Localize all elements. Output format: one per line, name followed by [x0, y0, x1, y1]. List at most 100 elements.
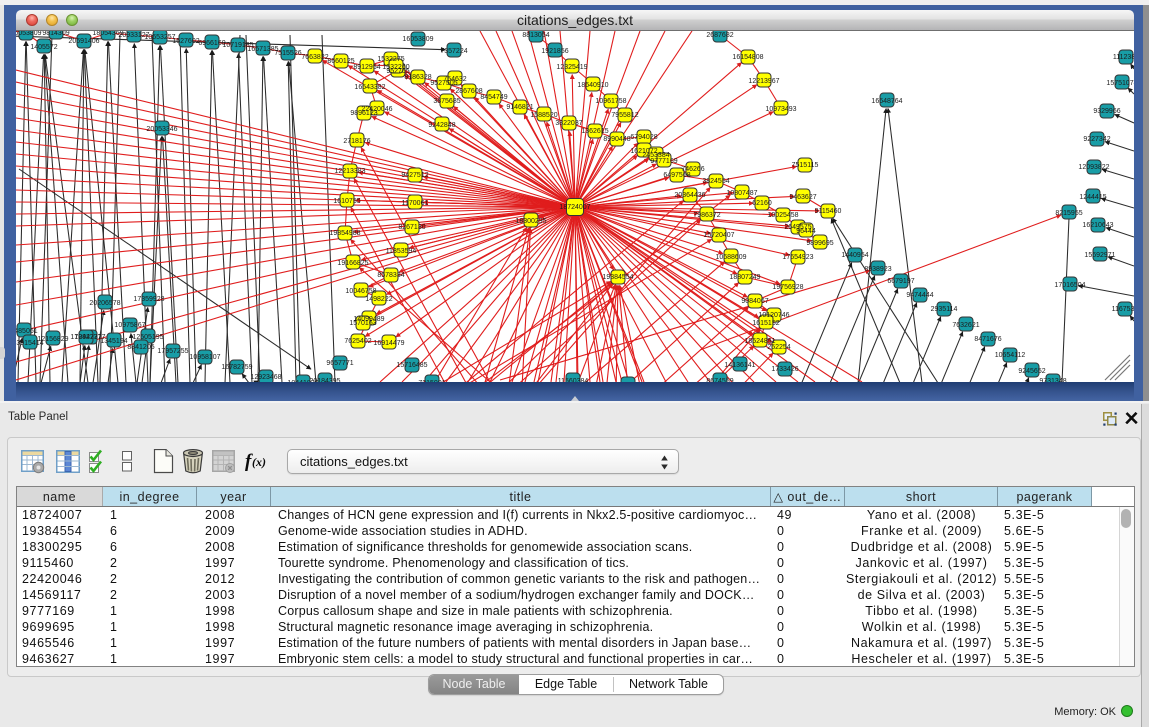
svg-text:6679197: 6679197: [887, 278, 914, 285]
svg-text:9242848: 9242848: [428, 122, 455, 129]
svg-text:1498222: 1498222: [365, 296, 392, 303]
svg-text:15692971: 15692971: [1084, 252, 1115, 259]
svg-text:10046758: 10046758: [345, 288, 376, 295]
svg-text:10653257: 10653257: [144, 34, 175, 41]
svg-text:18724007: 18724007: [559, 204, 590, 211]
svg-text:17957255: 17957255: [157, 348, 188, 355]
svg-text:9657771: 9657771: [326, 360, 353, 367]
svg-text:7632621: 7632621: [952, 322, 979, 329]
svg-text:11560384: 11560384: [558, 378, 589, 382]
svg-text:7357224: 7357224: [440, 48, 467, 55]
svg-text:8990448: 8990448: [603, 136, 630, 143]
svg-text:8841205: 8841205: [127, 344, 154, 351]
svg-text:15720407: 15720407: [703, 232, 734, 239]
svg-text:10958107: 10958107: [189, 354, 220, 361]
svg-text:16053809: 16053809: [402, 36, 433, 43]
svg-text:6794028: 6794028: [630, 134, 657, 141]
svg-text:1570163: 1570163: [349, 320, 376, 327]
svg-text:7986372: 7986372: [693, 212, 720, 219]
svg-text:16648764: 16648764: [871, 98, 902, 105]
svg-text:3824554: 3824554: [702, 178, 729, 185]
svg-text:14136141: 14136141: [724, 362, 755, 369]
svg-text:1532260: 1532260: [382, 64, 409, 71]
svg-text:10654112: 10654112: [995, 352, 1026, 359]
svg-text:8454749: 8454749: [480, 94, 507, 101]
svg-text:746266: 746266: [681, 166, 704, 173]
svg-text:15751074: 15751074: [1106, 80, 1134, 87]
svg-text:2687682: 2687682: [706, 32, 733, 39]
svg-text:3875685: 3875685: [433, 98, 460, 105]
svg-text:9896123: 9896123: [350, 110, 377, 117]
svg-text:9474444: 9474444: [906, 292, 933, 299]
svg-text:17016504: 17016504: [1054, 282, 1085, 289]
svg-text:8813054: 8813054: [522, 32, 549, 39]
svg-text:10961758: 10961758: [595, 98, 626, 105]
svg-text:6497568: 6497568: [663, 172, 690, 179]
svg-text:1615152: 1615152: [752, 320, 779, 327]
svg-text:20053346: 20053346: [146, 126, 177, 133]
svg-text:1244415: 1244415: [1079, 194, 1106, 201]
svg-text:12213967: 12213967: [748, 78, 779, 85]
svg-text:7215091: 7215091: [418, 380, 445, 382]
svg-text:1527602: 1527602: [172, 38, 199, 45]
svg-text:7515526: 7515526: [274, 50, 301, 57]
svg-text:1610755: 1610755: [333, 198, 360, 205]
svg-text:12923468: 12923468: [250, 374, 281, 381]
svg-text:9899695: 9899695: [806, 240, 833, 247]
svg-text:9146821: 9146821: [506, 104, 533, 111]
svg-text:1532275: 1532275: [377, 56, 404, 63]
svg-text:18300295: 18300295: [515, 218, 546, 225]
svg-text:16543382: 16543382: [354, 84, 385, 91]
svg-text:9814309: 9814309: [42, 31, 69, 37]
svg-text:15716485: 15716485: [396, 362, 427, 369]
svg-text:10120746: 10120746: [758, 312, 789, 319]
svg-text:18807249: 18807249: [729, 274, 760, 281]
svg-text:754632: 754632: [443, 76, 466, 83]
svg-text:1440954: 1440954: [841, 252, 868, 259]
svg-text:9463627: 9463627: [789, 194, 816, 201]
svg-text:12156829: 12156829: [37, 336, 68, 343]
svg-text:9245652: 9245652: [1018, 368, 1045, 375]
svg-text:20184395: 20184395: [309, 378, 340, 382]
svg-text:18640910: 18640910: [577, 82, 608, 89]
svg-text:12093822: 12093822: [1078, 164, 1109, 171]
svg-text:9227342: 9227342: [1083, 136, 1110, 143]
svg-text:10975867: 10975867: [114, 322, 145, 329]
svg-text:1167534: 1167534: [1112, 306, 1134, 313]
svg-text:7515115: 7515115: [792, 162, 819, 169]
svg-text:20691406: 20691406: [68, 38, 99, 45]
svg-text:2718176: 2718176: [343, 138, 370, 145]
svg-text:1362615: 1362615: [581, 128, 608, 135]
svg-text:19756928: 19756928: [772, 284, 803, 291]
svg-text:62160: 62160: [752, 200, 772, 207]
svg-text:96444: 96444: [796, 228, 816, 235]
svg-text:1485061: 1485061: [16, 328, 38, 335]
svg-text:16154808: 16154808: [732, 54, 763, 61]
svg-text:8938923: 8938923: [864, 266, 891, 273]
svg-text:1345194: 1345194: [100, 338, 127, 345]
svg-text:1921856: 1921856: [541, 48, 568, 55]
svg-text:17942737: 17942737: [70, 334, 101, 341]
svg-text:16782759: 16782759: [221, 364, 252, 371]
svg-text:2935114: 2935114: [931, 306, 958, 313]
svg-text:9329966: 9329966: [1093, 108, 1120, 115]
svg-text:16053809: 16053809: [16, 31, 42, 37]
svg-text:16210643: 16210643: [1082, 222, 1113, 229]
svg-text:7955812: 7955812: [611, 112, 638, 119]
svg-text:11353594: 11353594: [386, 248, 417, 255]
svg-text:17654923: 17654923: [782, 254, 813, 261]
svg-text:10688609: 10688609: [715, 254, 746, 261]
svg-text:2867608: 2867608: [455, 88, 482, 95]
svg-text:1733426: 1733426: [771, 366, 798, 373]
svg-text:10807487: 10807487: [726, 190, 757, 197]
svg-text:3822037: 3822037: [555, 120, 582, 127]
svg-text:7625402: 7625402: [344, 338, 371, 345]
svg-text:8186328: 8186328: [404, 74, 431, 81]
svg-text:16914479: 16914479: [373, 340, 404, 347]
svg-text:252254: 252254: [767, 344, 790, 351]
svg-text:20206578: 20206578: [89, 300, 120, 307]
svg-text:12505195: 12505195: [132, 334, 163, 341]
svg-text:9731348: 9731348: [1039, 378, 1066, 382]
svg-text:(x): (x): [252, 455, 266, 469]
svg-text:19384554: 19384554: [602, 274, 633, 281]
